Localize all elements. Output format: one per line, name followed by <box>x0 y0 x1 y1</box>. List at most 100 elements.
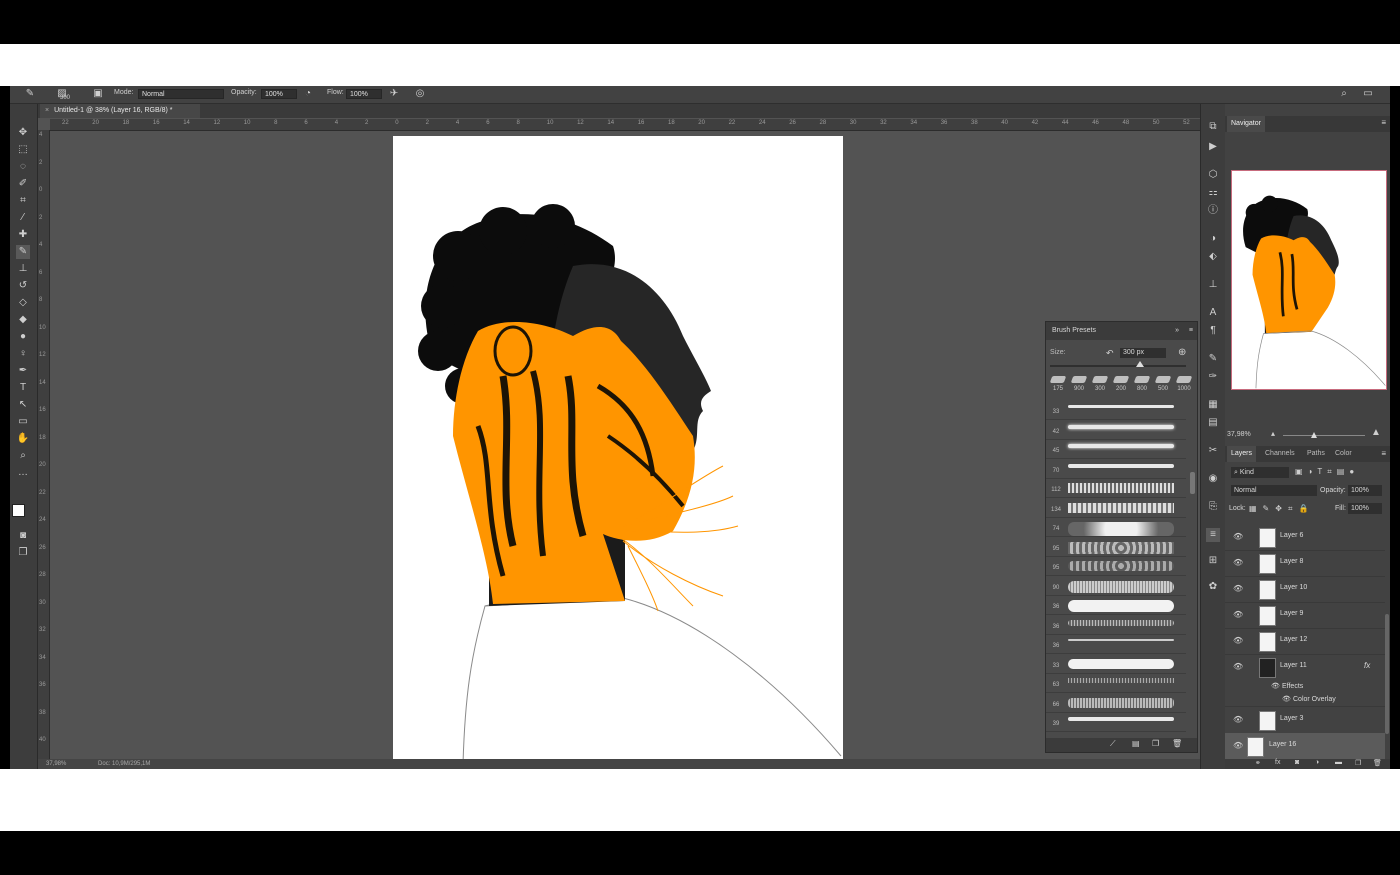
dodge-tool-icon[interactable]: ♀ <box>16 347 30 361</box>
brush-preset-item[interactable]: 66 <box>1046 693 1186 713</box>
marquee-tool-icon[interactable]: ⬚ <box>16 143 30 157</box>
brush-preset-item[interactable]: 63 <box>1046 673 1186 693</box>
delete-layer-icon[interactable]: 🗑 <box>1373 759 1382 767</box>
layer-opacity-field[interactable]: 100% <box>1348 485 1382 496</box>
new-layer-icon[interactable]: ❐ <box>1355 759 1361 767</box>
tab-color[interactable]: Color <box>1331 446 1356 462</box>
brush-tip-preset[interactable]: 800 <box>1132 374 1152 396</box>
add-style-icon[interactable]: fx <box>1275 759 1280 766</box>
effects-eye-icon[interactable]: 👁 <box>1271 682 1280 690</box>
size-field[interactable]: 300 px <box>1120 348 1166 358</box>
size-slider-thumb[interactable] <box>1136 361 1144 367</box>
brush-preset-item[interactable]: 90 <box>1046 576 1186 596</box>
airbrush-icon[interactable]: ✈ <box>388 88 400 100</box>
visibility-eye-icon[interactable]: 👁 <box>1233 532 1243 542</box>
visibility-eye-icon[interactable]: 👁 <box>1233 558 1243 568</box>
flow-field[interactable]: 100% <box>346 89 382 99</box>
paint-bucket-tool-icon[interactable]: ◆ <box>16 313 30 327</box>
mode-select[interactable]: Normal <box>138 89 224 99</box>
foreground-color-swatch[interactable] <box>12 504 25 517</box>
brush-settings-icon[interactable]: ▣ <box>92 88 104 100</box>
size-slider[interactable] <box>1050 365 1186 367</box>
smoothing-icon[interactable]: ◎ <box>414 88 426 100</box>
path-select-tool-icon[interactable]: ↖ <box>16 398 30 412</box>
more-tools-icon[interactable]: … <box>16 466 30 480</box>
adjustment-layer-icon[interactable]: ◑ <box>1315 759 1319 766</box>
brush-tip-preset[interactable]: 500 <box>1153 374 1173 396</box>
brush-tool-icon[interactable]: ✎ <box>16 245 30 259</box>
grid-icon[interactable]: ⊞ <box>1206 554 1220 568</box>
screen-mode-icon[interactable]: ❐ <box>16 546 30 560</box>
layer-row[interactable]: 👁 Layer 11 fx <box>1225 654 1385 680</box>
layer-row[interactable]: 👁 Layer 3 <box>1225 707 1385 734</box>
navigator-thumbnail[interactable] <box>1231 170 1387 390</box>
visibility-eye-icon[interactable]: 👁 <box>1233 584 1243 594</box>
libraries-icon[interactable]: ▤ <box>1206 416 1220 430</box>
zoom-tool-icon[interactable]: ⌕ <box>16 449 30 463</box>
zoom-out-icon[interactable]: ▴ <box>1271 429 1275 438</box>
stamp-tool-icon[interactable]: ⊥ <box>16 262 30 276</box>
navigator-menu-icon[interactable]: ≡ <box>1381 118 1386 127</box>
brush-preset-item[interactable]: 45 <box>1046 439 1186 459</box>
brush-tip-preset[interactable]: 175 <box>1048 374 1068 396</box>
brush-preset-item[interactable]: 33 <box>1046 654 1186 674</box>
toggle-brush-panel-icon[interactable]: ⟋ <box>1110 739 1116 749</box>
brushes-dock-icon[interactable]: ✑ <box>1206 370 1220 384</box>
color-overlay-eye-icon[interactable]: 👁 <box>1282 695 1291 703</box>
layer-row[interactable]: 👁 Layer 12 <box>1225 628 1385 655</box>
blur-tool-icon[interactable]: ● <box>16 330 30 344</box>
canvas-area[interactable] <box>50 131 1200 769</box>
delete-brush-icon[interactable]: 🗑 <box>1172 739 1182 748</box>
styles-icon[interactable]: ⬖ <box>1206 250 1220 264</box>
brush-preset-item[interactable]: 33 <box>1046 400 1186 420</box>
move-tool-icon[interactable]: ✥ <box>16 126 30 140</box>
fill-field[interactable]: 100% <box>1348 503 1382 514</box>
layer-filter-icons[interactable]: ▣◑T⌗▤● <box>1295 467 1359 477</box>
new-preset-icon[interactable]: ⊕ <box>1178 347 1186 358</box>
navigator-tab[interactable]: Navigator <box>1227 116 1265 132</box>
swatches-icon[interactable]: ▦ <box>1206 398 1220 412</box>
pen-tool-icon[interactable]: ✒ <box>16 364 30 378</box>
zoom-in-icon[interactable]: ▲ <box>1371 427 1381 438</box>
layer-row-selected[interactable]: 👁 Layer 16 <box>1225 733 1385 760</box>
brush-preset-item[interactable]: 134 <box>1046 498 1186 518</box>
history-icon[interactable]: ⧉ <box>1206 120 1220 134</box>
quick-mask-icon[interactable]: ◙ <box>16 529 30 543</box>
tab-paths[interactable]: Paths <box>1303 446 1329 462</box>
history-brush-tool-icon[interactable]: ↺ <box>16 279 30 293</box>
panel-menu-icon[interactable]: ≡ <box>1189 322 1193 340</box>
brush-preset-item[interactable]: 95 <box>1046 556 1186 576</box>
visibility-eye-icon[interactable]: 👁 <box>1233 610 1243 620</box>
brush-preset-item[interactable]: 95 <box>1046 537 1186 557</box>
layer-row[interactable]: 👁 Layer 6 <box>1225 524 1385 551</box>
blend-mode-select[interactable]: Normal <box>1231 485 1317 496</box>
navigator-zoom-slider[interactable] <box>1283 435 1365 436</box>
layers-scrollbar[interactable] <box>1385 614 1389 734</box>
reset-size-icon[interactable]: ↶ <box>1106 348 1114 359</box>
properties-icon[interactable]: ⚏ <box>1206 186 1220 200</box>
brush-preset-item[interactable]: 36 <box>1046 615 1186 635</box>
new-group-icon[interactable]: ▬ <box>1335 759 1342 766</box>
layer-row[interactable]: 👁 Layer 8 <box>1225 550 1385 577</box>
brush-tip-preset[interactable]: 1000 <box>1174 374 1194 396</box>
visibility-eye-icon[interactable]: 👁 <box>1233 741 1243 751</box>
tab-channels[interactable]: Channels <box>1261 446 1299 462</box>
color-overlay-row[interactable]: 👁 Color Overlay <box>1225 693 1385 707</box>
pressure-opacity-icon[interactable]: ◔ <box>302 88 314 100</box>
collapse-panel-icon[interactable]: » <box>1175 322 1179 340</box>
character-icon[interactable]: A <box>1206 306 1220 320</box>
channels-dock-icon[interactable]: ≡ <box>1206 528 1220 542</box>
timeline-icon[interactable]: ◉ <box>1206 472 1220 486</box>
brush-preset-item[interactable]: 39 <box>1046 712 1186 732</box>
layer-filter-select[interactable]: ⌕ Kind <box>1231 467 1289 478</box>
brush-presets-dock-icon[interactable]: ✿ <box>1206 580 1220 594</box>
adjustments-icon[interactable]: ◑ <box>1206 232 1220 246</box>
link-layers-icon[interactable]: ⚭ <box>1255 759 1261 767</box>
layer-row[interactable]: 👁 Layer 9 <box>1225 602 1385 629</box>
layer-effects-icon[interactable]: fx <box>1364 661 1370 670</box>
brush-preset-item[interactable]: 36 <box>1046 634 1186 654</box>
lasso-tool-icon[interactable]: ◌ <box>16 160 30 174</box>
visibility-eye-icon[interactable]: 👁 <box>1233 636 1243 646</box>
document-tab[interactable]: × Untitled-1 @ 38% (Layer 16, RGB/8) * <box>40 104 200 118</box>
brush-preset-item[interactable]: 112 <box>1046 478 1186 498</box>
